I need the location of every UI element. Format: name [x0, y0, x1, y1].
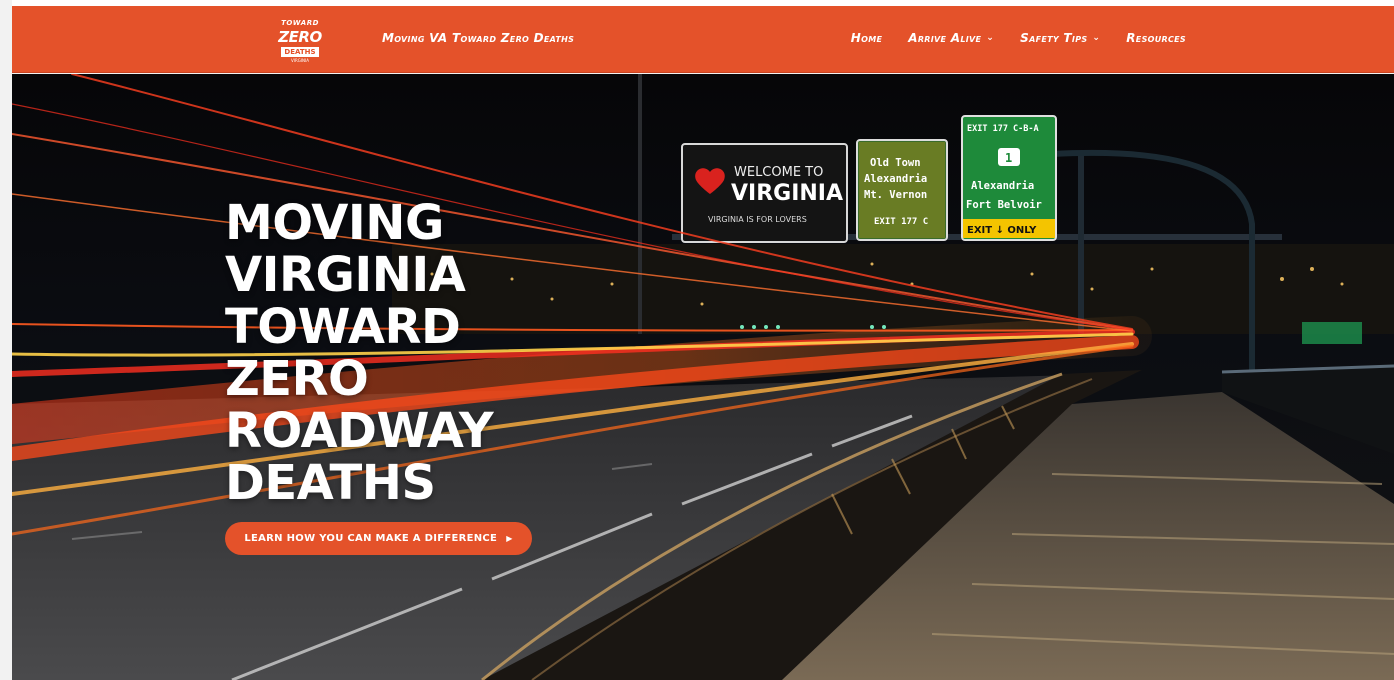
headline-line-3: TOWARD — [225, 299, 461, 355]
nav-item-label: Arrive Alive — [908, 31, 982, 45]
exit-sign-line-1: Old Town — [870, 157, 921, 169]
logo-line-1: TOWARD — [281, 19, 319, 27]
logo-line-4: VIRGINIA — [291, 58, 309, 63]
nav-item-label: Home — [850, 31, 883, 45]
hero-background-image: WELCOME TO VIRGINIA VIRGINIA IS FOR LOVE… — [12, 74, 1394, 680]
nav-item-resources[interactable]: Resources — [1126, 31, 1186, 45]
nav-item-home[interactable]: Home — [851, 31, 882, 45]
hero-section: WELCOME TO VIRGINIA VIRGINIA IS FOR LOVE… — [12, 74, 1394, 680]
headline-line-2: VIRGINIA — [225, 247, 466, 303]
welcome-sign-line-3: VIRGINIA IS FOR LOVERS — [708, 215, 807, 224]
main-nav: Home Arrive Alive ⌄ Safety Tips ⌄ Resour… — [851, 31, 1186, 45]
welcome-sign-line-2: VIRGINIA — [731, 181, 843, 206]
route-shield-number: 1 — [1005, 151, 1012, 165]
exit-sign-line-2: Alexandria — [864, 173, 927, 185]
cta-label: LEARN HOW YOU CAN MAKE A DIFFERENCE — [244, 533, 498, 544]
exit-only-label: EXIT ↓ ONLY — [967, 225, 1037, 236]
nav-item-label: Safety Tips — [1020, 31, 1088, 45]
site-logo[interactable]: TOWARD ZERO DEATHS VIRGINIA — [278, 19, 322, 63]
nav-item-label: Resources — [1126, 31, 1186, 45]
nav-item-arrive-alive[interactable]: Arrive Alive ⌄ — [908, 31, 994, 45]
headline-line-5: ROADWAY — [225, 403, 494, 459]
nav-item-safety-tips[interactable]: Safety Tips ⌄ — [1020, 31, 1100, 45]
headline-line-4: ZERO — [225, 351, 369, 407]
page: TOWARD ZERO DEATHS VIRGINIA Moving VA To… — [0, 0, 1394, 680]
headline-line-6: DEATHS — [225, 455, 436, 511]
site-title-link[interactable]: Moving VA Toward Zero Deaths — [382, 31, 574, 45]
site-header: TOWARD ZERO DEATHS VIRGINIA Moving VA To… — [12, 6, 1394, 73]
hero-headline: MOVING VIRGINIA TOWARD ZERO ROADWAY DEAT… — [225, 197, 645, 509]
exit-sign-3-top: EXIT 177 C-B-A — [967, 124, 1039, 134]
caret-right-icon: ▶ — [506, 534, 513, 543]
headline-line-1: MOVING — [225, 195, 444, 251]
chevron-down-icon: ⌄ — [986, 33, 995, 43]
chevron-down-icon: ⌄ — [1092, 33, 1101, 43]
learn-more-button[interactable]: LEARN HOW YOU CAN MAKE A DIFFERENCE ▶ — [225, 522, 532, 555]
welcome-sign-line-1: WELCOME TO — [734, 165, 823, 180]
exit-sign-line-4: EXIT 177 C — [874, 217, 928, 227]
logo-line-3: DEATHS — [281, 47, 319, 57]
exit-sign-3-line-2: Fort Belvoir — [966, 199, 1042, 211]
logo-line-2: ZERO — [278, 28, 322, 46]
exit-sign-line-3: Mt. Vernon — [864, 189, 927, 201]
exit-sign-3-line-1: Alexandria — [971, 180, 1034, 192]
